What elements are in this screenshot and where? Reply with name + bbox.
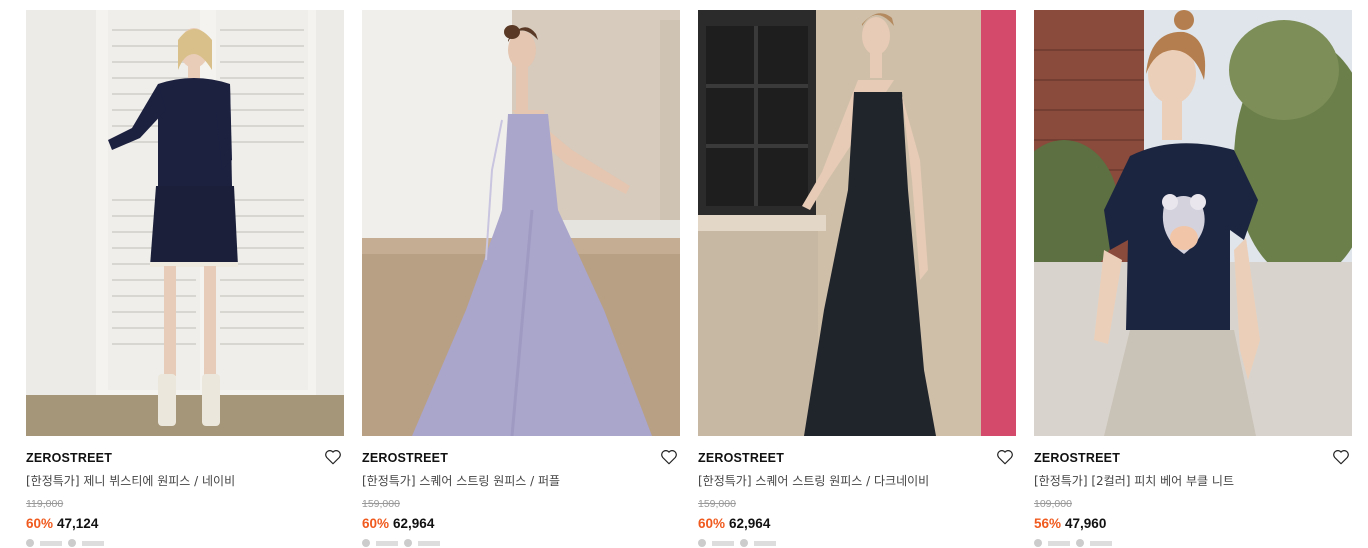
- product-info: ZEROSTREET [한정특가] 스퀘어 스트링 원피스 / 다크네이비 15…: [698, 436, 1016, 548]
- discount-rate: 60%: [698, 516, 726, 531]
- review-icon: [740, 539, 748, 547]
- price-row: 60% 47,124: [26, 515, 344, 532]
- product-image-link[interactable]: [362, 10, 680, 436]
- discount-rate: 56%: [1034, 516, 1062, 531]
- sale-price: 47,124: [57, 516, 99, 531]
- review-icon: [404, 539, 412, 547]
- brand-name[interactable]: ZEROSTREET: [1034, 450, 1352, 466]
- rating-placeholder: [1048, 540, 1070, 546]
- star-icon: [1034, 539, 1042, 547]
- rating-placeholder: [376, 540, 398, 546]
- product-title[interactable]: [한정특가] [2컬러] 피치 베어 부클 니트: [1034, 473, 1352, 489]
- product-image-link[interactable]: [698, 10, 1016, 436]
- product-grid: ZEROSTREET [한정특가] 제니 뷔스티에 원피스 / 네이비 119,…: [26, 10, 1352, 548]
- original-price: 109,000: [1034, 498, 1072, 510]
- sale-price: 47,960: [1065, 516, 1107, 531]
- model-bear-knit-photo: [1034, 10, 1352, 436]
- review-count-placeholder: [418, 540, 440, 546]
- discount-rate: 60%: [362, 516, 390, 531]
- sale-price: 62,964: [729, 516, 771, 531]
- product-card[interactable]: ZEROSTREET [한정특가] [2컬러] 피치 베어 부클 니트 109,…: [1034, 10, 1352, 548]
- price-row: 56% 47,960: [1034, 515, 1352, 532]
- review-count-placeholder: [754, 540, 776, 546]
- star-icon: [698, 539, 706, 547]
- brand-name[interactable]: ZEROSTREET: [362, 450, 680, 466]
- model-darknavy-slip-dress-photo: [698, 10, 1016, 436]
- product-card[interactable]: ZEROSTREET [한정특가] 스퀘어 스트링 원피스 / 다크네이비 15…: [698, 10, 1016, 548]
- product-card[interactable]: ZEROSTREET [한정특가] 스퀘어 스트링 원피스 / 퍼플 159,0…: [362, 10, 680, 548]
- brand-name[interactable]: ZEROSTREET: [26, 450, 344, 466]
- original-price: 159,000: [698, 498, 736, 510]
- original-price: 119,000: [26, 498, 64, 510]
- original-price: 159,000: [362, 498, 400, 510]
- product-info: ZEROSTREET [한정특가] 제니 뷔스티에 원피스 / 네이비 119,…: [26, 436, 344, 548]
- rating-placeholder: [712, 540, 734, 546]
- review-icon: [1076, 539, 1084, 547]
- heart-outline-icon[interactable]: [1332, 448, 1350, 466]
- product-image-link[interactable]: [26, 10, 344, 436]
- heart-outline-icon[interactable]: [660, 448, 678, 466]
- review-icon: [68, 539, 76, 547]
- star-icon: [26, 539, 34, 547]
- product-title[interactable]: [한정특가] 제니 뷔스티에 원피스 / 네이비: [26, 473, 344, 489]
- product-title[interactable]: [한정특가] 스퀘어 스트링 원피스 / 퍼플: [362, 473, 680, 489]
- product-info: ZEROSTREET [한정특가] 스퀘어 스트링 원피스 / 퍼플 159,0…: [362, 436, 680, 548]
- heart-outline-icon[interactable]: [324, 448, 342, 466]
- product-title[interactable]: [한정특가] 스퀘어 스트링 원피스 / 다크네이비: [698, 473, 1016, 489]
- price-row: 60% 62,964: [362, 515, 680, 532]
- review-count-placeholder: [1090, 540, 1112, 546]
- model-purple-slip-dress-photo: [362, 10, 680, 436]
- brand-name[interactable]: ZEROSTREET: [698, 450, 1016, 466]
- price-row: 60% 62,964: [698, 515, 1016, 532]
- heart-outline-icon[interactable]: [996, 448, 1014, 466]
- discount-rate: 60%: [26, 516, 54, 531]
- sale-price: 62,964: [393, 516, 435, 531]
- review-count-placeholder: [82, 540, 104, 546]
- rating-placeholder: [40, 540, 62, 546]
- product-image-link[interactable]: [1034, 10, 1352, 436]
- product-card[interactable]: ZEROSTREET [한정특가] 제니 뷔스티에 원피스 / 네이비 119,…: [26, 10, 344, 548]
- model-navy-tweed-dress-photo: [26, 10, 344, 436]
- product-info: ZEROSTREET [한정특가] [2컬러] 피치 베어 부클 니트 109,…: [1034, 436, 1352, 548]
- star-icon: [362, 539, 370, 547]
